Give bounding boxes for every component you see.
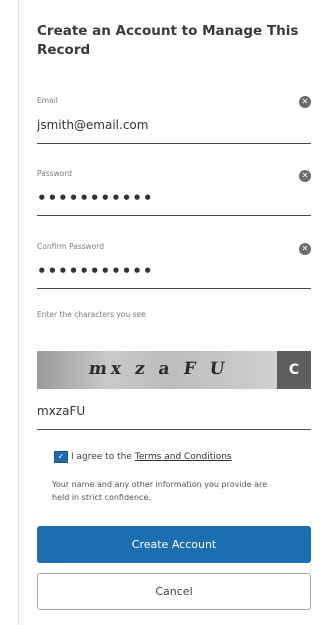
create-account-button[interactable]: Create Account [37, 526, 311, 563]
confirm-password-value[interactable]: ••••••••••• [37, 262, 153, 280]
clear-email-icon[interactable]: ✕ [299, 96, 311, 108]
form-title: Create an Account to Manage This Record [37, 23, 299, 58]
agree-checkbox[interactable]: ✓ [54, 451, 68, 463]
clear-confirm-password-icon[interactable]: ✕ [299, 243, 311, 255]
terms-agreement: ✓ I agree to the Terms and Conditions [54, 451, 232, 463]
refresh-icon: C [288, 362, 300, 378]
captcha-answer[interactable]: mxzaFU [37, 404, 85, 418]
clear-password-icon[interactable]: ✕ [299, 170, 311, 182]
email-value[interactable]: jsmith@email.com [37, 118, 148, 132]
password-label: Password [37, 169, 73, 178]
password-value[interactable]: ••••••••••• [37, 189, 153, 207]
email-field[interactable]: Email jsmith@email.com ✕ [37, 92, 311, 144]
password-field[interactable]: Password ••••••••••• ✕ [37, 167, 311, 216]
captcha-box: mx z a F U C [37, 351, 311, 389]
refresh-captcha-button[interactable]: C [277, 351, 311, 389]
confirm-password-field[interactable]: Confirm Password ••••••••••• ✕ [37, 240, 311, 289]
cancel-button[interactable]: Cancel [37, 573, 311, 610]
confirm-password-label: Confirm Password [37, 242, 104, 251]
agree-text: I agree to the [71, 452, 132, 462]
captcha-image-text: mx z a F U [87, 359, 230, 379]
captcha-image: mx z a F U [37, 351, 277, 389]
email-label: Email [37, 96, 58, 105]
captcha-hint: Enter the characters you see [37, 310, 146, 319]
privacy-note: Your name and any other information you … [52, 480, 268, 502]
terms-link[interactable]: Terms and Conditions [135, 452, 232, 462]
captcha-input[interactable]: mxzaFU [37, 398, 311, 430]
